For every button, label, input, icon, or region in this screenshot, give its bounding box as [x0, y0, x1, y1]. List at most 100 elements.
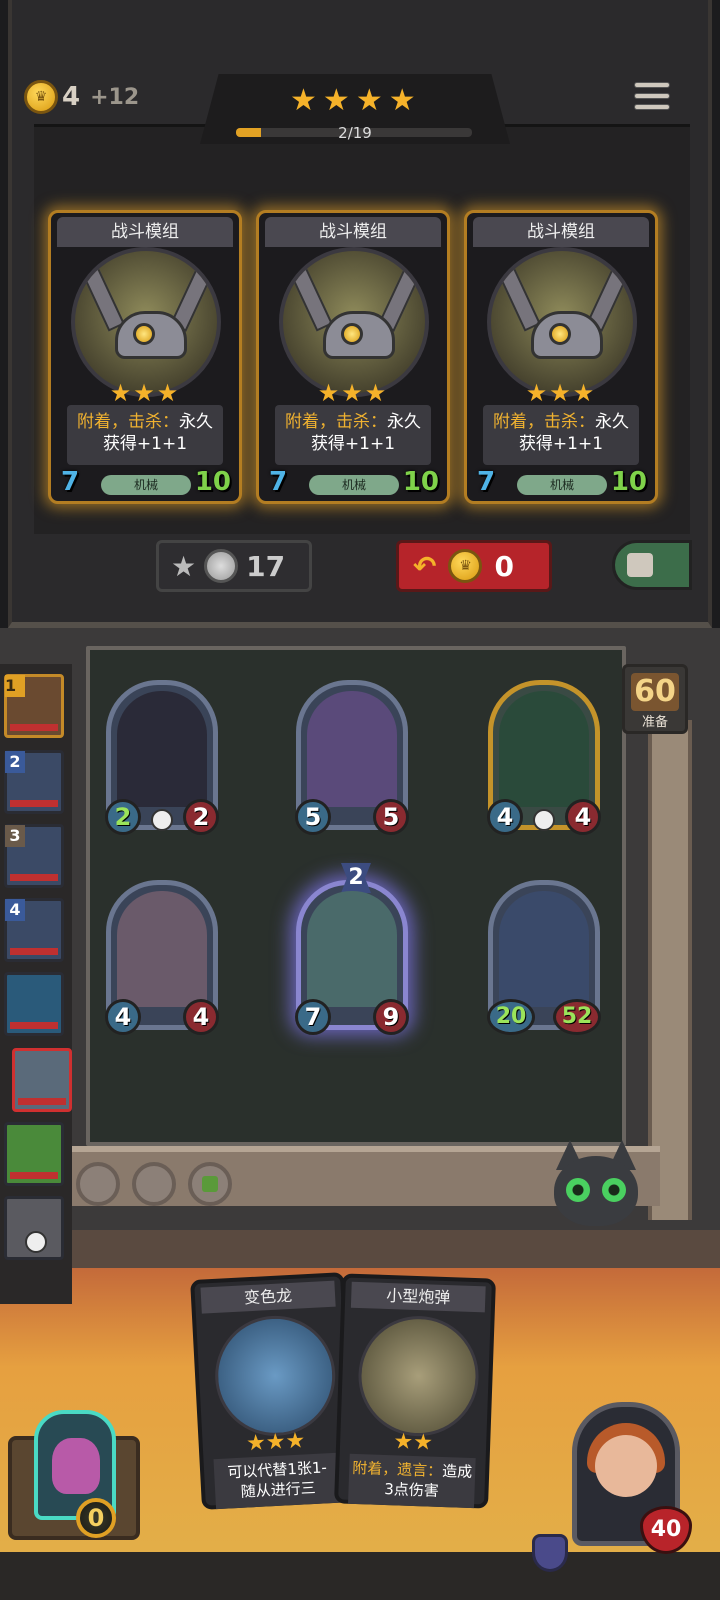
gold-income: +12: [90, 84, 140, 110]
lock-icon: [627, 553, 653, 577]
card-attack: 7: [477, 467, 496, 497]
bomb-art: [356, 1314, 481, 1439]
minion-health: 2: [183, 799, 219, 835]
hero-rank: 3: [5, 825, 25, 847]
minion-attack: 4: [105, 999, 141, 1035]
cat-eye: [566, 1178, 590, 1202]
chameleon-art: [212, 1312, 339, 1439]
mech-module-art: [279, 247, 429, 397]
hand-card[interactable]: 小型炮弹 ★★ 附着，遗言：造成 3点伤害: [334, 1273, 496, 1509]
card-stars: ★★★: [317, 379, 389, 407]
card-type-tag: 机械: [101, 475, 191, 495]
player-face: [595, 1435, 657, 1497]
gold-amount: 4: [62, 82, 81, 112]
hero-health-bar: [10, 948, 58, 955]
prep-timer: 60 准备: [622, 664, 688, 734]
card-type-tag: 机械: [309, 475, 399, 495]
prep-timer-value: 60: [631, 673, 679, 711]
hero-rank: 1: [5, 675, 25, 697]
minion-attack: 4: [487, 799, 523, 835]
mech-module-art: [71, 247, 221, 397]
skull-icon: [151, 809, 173, 831]
refresh-cost: 0: [494, 549, 514, 583]
minion-health: 5: [373, 799, 409, 835]
minion-attack: 2: [105, 799, 141, 835]
card-description: 附着，击杀：永久 获得+1+1: [483, 405, 639, 465]
opponent-hero-list: 1 2 3 4: [0, 664, 72, 1304]
hero-portrait[interactable]: [4, 972, 64, 1036]
buddy-coin-counter: 0: [76, 1498, 116, 1538]
star-icon: ★: [322, 83, 350, 118]
minion-health: 52: [553, 999, 601, 1035]
mech-module-art: [487, 247, 637, 397]
hero-health-bar: [10, 1022, 58, 1029]
cat-mascot[interactable]: [548, 1140, 644, 1250]
skull-icon: [533, 809, 555, 831]
hero-rank: 4: [5, 899, 25, 921]
shop-card[interactable]: 战斗模组 ★★★ 附着，击杀：永久 获得+1+1 机械 7 10: [48, 210, 242, 504]
card-description: 附着，击杀：永久 获得+1+1: [67, 405, 223, 465]
hero-portrait[interactable]: 4: [4, 898, 64, 962]
hero-portrait-current-opponent[interactable]: [12, 1048, 72, 1112]
refresh-shop-button[interactable]: ↶ ♛ 0: [396, 540, 552, 592]
star-icon: ★: [355, 83, 383, 118]
hero-health-bar: [10, 800, 58, 807]
star-icon: ★: [388, 83, 416, 118]
shop-card[interactable]: 战斗模组 ★★★ 附着，击杀：永久 获得+1+1 机械 7 10: [464, 210, 658, 504]
hero-health-bar: [10, 724, 58, 731]
hero-portrait-self[interactable]: 1: [4, 674, 64, 738]
gold-coin-icon: ♛: [24, 80, 58, 114]
board-minion[interactable]: 2 2: [105, 680, 219, 835]
pillar: [648, 720, 692, 1220]
lock-shop-button[interactable]: [612, 540, 692, 590]
board-minion-selected[interactable]: 2 7 9: [295, 863, 409, 1035]
hero-rank: 2: [5, 751, 25, 773]
hero-portrait-dead[interactable]: [4, 1196, 64, 1260]
round-token: [76, 1162, 120, 1206]
minion-health: 4: [565, 799, 601, 835]
minion-health: 4: [183, 999, 219, 1035]
upgrade-cost: 17: [246, 549, 286, 583]
card-health: 10: [402, 467, 439, 497]
voodoo-doll-icon: [52, 1438, 100, 1494]
hero-portrait[interactable]: 3: [4, 824, 64, 888]
shield-icon[interactable]: [532, 1534, 568, 1572]
board-minion[interactable]: 20 52: [487, 880, 601, 1035]
card-attack: 7: [269, 467, 288, 497]
card-attack: 7: [61, 467, 80, 497]
hero-portrait[interactable]: 2: [4, 750, 64, 814]
card-name: 战斗模组: [473, 217, 649, 247]
board-minion[interactable]: 4 4: [105, 880, 219, 1035]
card-description: 附着，击杀：永久 获得+1+1: [275, 405, 431, 465]
minion-attack: 20: [487, 999, 535, 1035]
witch-art: [499, 891, 589, 1007]
card-health: 10: [610, 467, 647, 497]
upgrade-tavern-button[interactable]: ★ 17: [156, 540, 312, 592]
menu-button[interactable]: [634, 82, 670, 116]
star-up-icon: ★: [171, 549, 197, 583]
card-stars: ★★★: [525, 379, 597, 407]
hero-health-bar: [10, 874, 58, 881]
fortune-teller-art: [117, 891, 207, 1007]
board-minion[interactable]: 4 4: [487, 680, 601, 835]
goggles-inventor-art: [307, 691, 397, 807]
hand-card-name: 变色龙: [200, 1280, 336, 1314]
card-health: 10: [194, 467, 231, 497]
board-minion[interactable]: 5 5: [295, 680, 409, 835]
card-type-tag: 机械: [517, 475, 607, 495]
tavern-tier-stars: ★ ★ ★ ★: [290, 86, 416, 116]
card-stars: ★★★: [109, 379, 181, 407]
minion-attack: 7: [295, 999, 331, 1035]
hand-card-name: 小型炮弹: [350, 1281, 486, 1313]
card-name: 战斗模组: [57, 217, 233, 247]
hero-portrait[interactable]: [4, 1122, 64, 1186]
bottom-bar: [0, 1552, 720, 1600]
tentacle-monster-art: [499, 691, 589, 807]
gold-counter: ♛ 4 +12: [24, 80, 139, 114]
shop-card[interactable]: 战斗模组 ★★★ 附着，击杀：永久 获得+1+1 机械 7 10: [256, 210, 450, 504]
hand-card-description: 可以代替1张1- 随从进行三: [213, 1452, 342, 1510]
round-token-active: [188, 1162, 232, 1206]
cat-eye: [602, 1178, 626, 1202]
hand-card[interactable]: 变色龙 ★★★ 可以代替1张1- 随从进行三: [190, 1272, 356, 1510]
tier-progress-fill: [236, 128, 261, 137]
